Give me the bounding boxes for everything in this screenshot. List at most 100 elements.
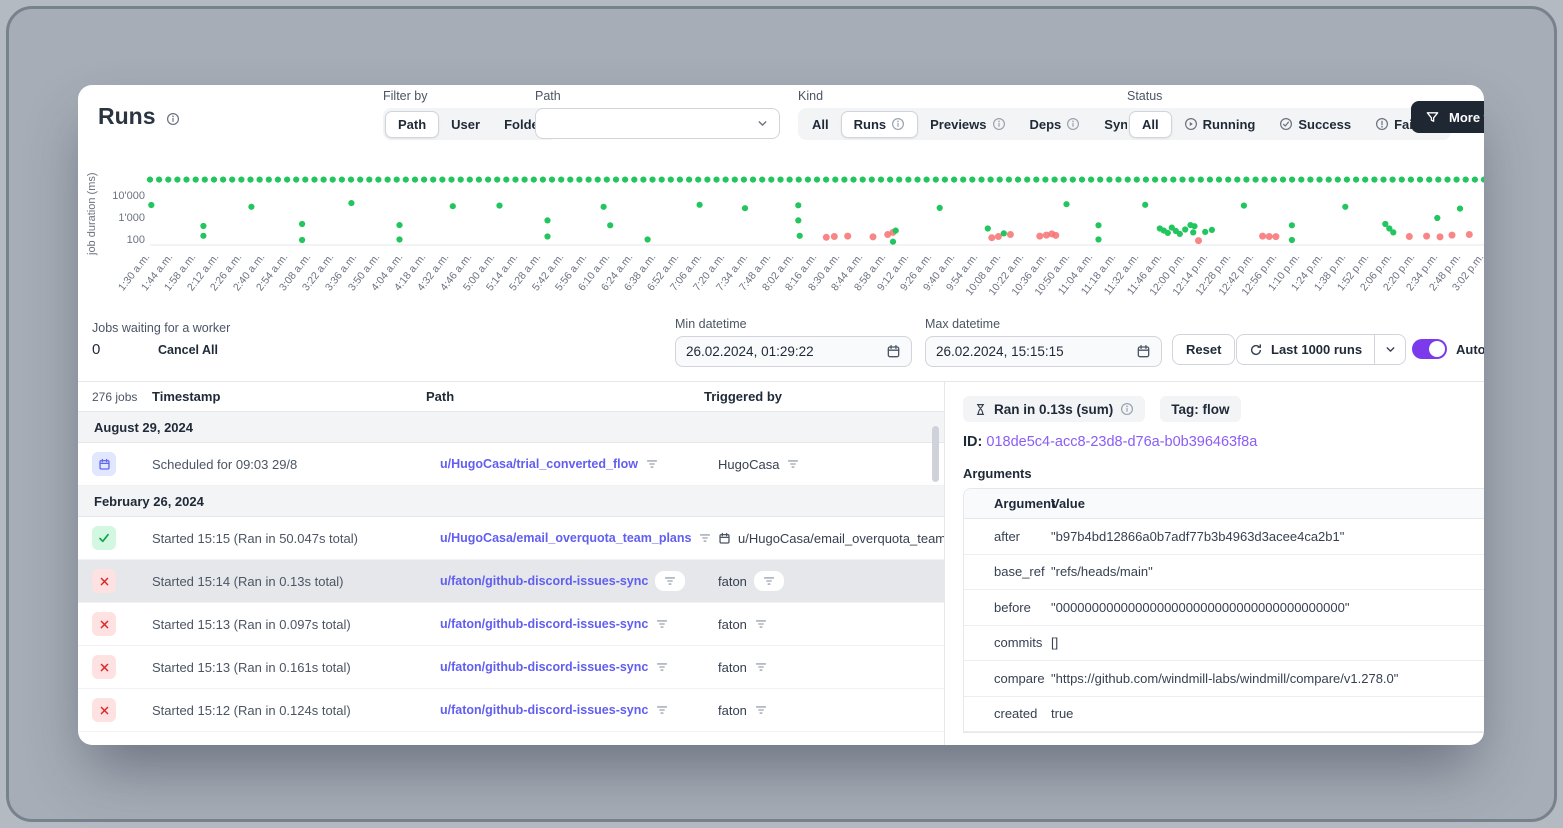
run-dot [823, 234, 830, 241]
filter-icon[interactable] [754, 703, 768, 717]
hourglass-icon [974, 403, 987, 416]
info-icon [891, 117, 905, 131]
run-dot [1007, 231, 1014, 238]
calendar-icon[interactable] [886, 344, 901, 359]
path-filter-select[interactable] [535, 108, 780, 139]
run-dot [1272, 233, 1279, 240]
run-dot [396, 222, 402, 228]
run-dot [544, 217, 550, 223]
filter-option-all[interactable]: All [1129, 111, 1172, 138]
run-detail-panel: Ran in 0.13s (sum) Tag: flow ID: 018de5c… [963, 382, 1484, 745]
filter-icon[interactable] [655, 617, 669, 631]
auto-refresh-label: Auto-refresh [1456, 342, 1484, 357]
run-dot [544, 233, 550, 239]
x-axis-labels: 1:30 a.m.1:44 a.m.1:58 a.m.2:12 a.m.2:26… [116, 251, 1484, 297]
run-dot [1289, 237, 1295, 243]
path-filter-group: Path [535, 89, 780, 139]
kind-group: Kind AllRunsPreviewsDepsSync [798, 89, 1168, 140]
failure-status-icon [92, 612, 116, 636]
job-timestamp: Started 15:12 (Ran in 0.124s total) [152, 703, 440, 718]
runs-scatter-chart[interactable]: 10'0001'0001001:30 a.m.1:44 a.m.1:58 a.m… [78, 157, 1484, 327]
status-group: Status AllRunningSuccessFailure [1127, 89, 1451, 140]
filter-icon[interactable] [645, 457, 659, 471]
last-runs-label: Last 1000 runs [1271, 342, 1362, 357]
refresh-icon [1249, 343, 1263, 357]
reset-button[interactable]: Reset [1172, 334, 1235, 365]
funnel-icon [1425, 110, 1440, 125]
job-path-link[interactable]: u/HugoCasa/email_overquota_team_plans [440, 531, 691, 545]
table-row[interactable]: Started 15:12 (Ran in 0.124s total) u/fa… [78, 689, 944, 732]
run-dot [1052, 232, 1059, 239]
run-dot [1177, 231, 1183, 237]
jobs-table-header: 276 jobs Timestamp Path Triggered by [78, 382, 944, 412]
filter-option-path[interactable]: Path [385, 111, 439, 138]
max-datetime-input[interactable] [936, 344, 1136, 359]
filter-option-previews[interactable]: Previews [918, 111, 1017, 138]
table-row[interactable]: Scheduled for 09:03 29/8 u/HugoCasa/tria… [78, 443, 944, 486]
page-title: Runs [98, 103, 156, 130]
success-status-icon [92, 526, 116, 550]
run-dot [1190, 229, 1196, 235]
job-path-link[interactable]: u/faton/github-discord-issues-sync [440, 660, 648, 674]
run-dot [1191, 223, 1197, 229]
cancel-all-button[interactable]: Cancel All [158, 343, 218, 357]
last-runs-button[interactable]: Last 1000 runs [1236, 334, 1406, 365]
duration-badge: Ran in 0.13s (sum) [963, 396, 1145, 422]
filter-icon[interactable] [754, 617, 768, 631]
job-path-link[interactable]: u/HugoCasa/trial_converted_flow [440, 457, 638, 471]
kind-label: Kind [798, 89, 1168, 103]
filter-option-all[interactable]: All [800, 111, 841, 138]
job-path-link[interactable]: u/faton/github-discord-issues-sync [440, 617, 648, 631]
job-triggered-by: faton [718, 571, 944, 591]
job-timestamp: Started 15:14 (Ran in 0.13s total) [152, 574, 440, 589]
run-dot [893, 228, 899, 234]
info-icon[interactable] [1120, 402, 1134, 416]
filter-option-running[interactable]: Running [1172, 111, 1268, 138]
filter-option-runs[interactable]: Runs [841, 111, 919, 138]
chart-points [148, 200, 1473, 245]
runs-app-card: Runs Filter by PathUserFolder Path Kind … [78, 85, 1484, 745]
check-icon [1279, 117, 1293, 131]
filter-option-success[interactable]: Success [1267, 111, 1363, 138]
filter-option-user[interactable]: User [439, 111, 492, 138]
run-dot [1423, 233, 1430, 240]
failure-status-icon [92, 569, 116, 593]
filter-icon[interactable] [786, 457, 800, 471]
more-filters-button[interactable]: More filters [1411, 101, 1484, 133]
run-dot [742, 205, 748, 211]
run-id: ID: 018de5c4-acc8-23d8-d76a-b0b396463f8a [963, 434, 1257, 450]
calendar-icon[interactable] [1136, 344, 1151, 359]
filter-option-deps[interactable]: Deps [1018, 111, 1093, 138]
info-icon[interactable] [166, 112, 180, 131]
table-row[interactable]: Started 15:13 (Ran in 0.097s total) u/fa… [78, 603, 944, 646]
argument-row: created true [964, 697, 1484, 733]
run-dot [1289, 222, 1295, 228]
job-path-link[interactable]: u/faton/github-discord-issues-sync [440, 703, 648, 717]
run-dot [1457, 206, 1463, 212]
min-datetime-input[interactable] [686, 344, 886, 359]
run-id-value[interactable]: 018de5c4-acc8-23d8-d76a-b0b396463f8a [986, 434, 1257, 450]
table-row[interactable]: Started 15:15 (Ran in 50.047s total) u/H… [78, 517, 944, 560]
run-dot [645, 236, 651, 242]
filter-icon[interactable] [655, 703, 669, 717]
job-triggered-by: faton [718, 617, 944, 632]
filter-icon[interactable] [655, 660, 669, 674]
min-datetime-label: Min datetime [675, 317, 912, 331]
filter-icon[interactable] [754, 660, 768, 674]
run-dot [1437, 233, 1444, 240]
table-row[interactable]: Started 15:13 (Ran in 0.161s total) u/fa… [78, 646, 944, 689]
job-path-link[interactable]: u/faton/github-discord-issues-sync [440, 574, 648, 588]
filter-icon[interactable] [698, 531, 712, 545]
run-dot [1406, 233, 1413, 240]
job-timestamp: Scheduled for 09:03 29/8 [152, 457, 440, 472]
chevron-down-icon[interactable] [1375, 335, 1405, 364]
run-dot [1209, 227, 1215, 233]
argument-value: "b97b4bd12866a0b7adf77b3b4963d3acee4ca2b… [1049, 529, 1484, 544]
argument-value: "000000000000000000000000000000000000000… [1049, 600, 1484, 615]
filter-icon[interactable] [655, 571, 685, 591]
auto-refresh-toggle[interactable] [1412, 339, 1447, 359]
y-tick-label: 100 [127, 234, 145, 246]
scrollbar[interactable] [932, 426, 939, 482]
filter-icon[interactable] [754, 571, 784, 591]
table-row[interactable]: Started 15:14 (Ran in 0.13s total) u/fat… [78, 560, 944, 603]
